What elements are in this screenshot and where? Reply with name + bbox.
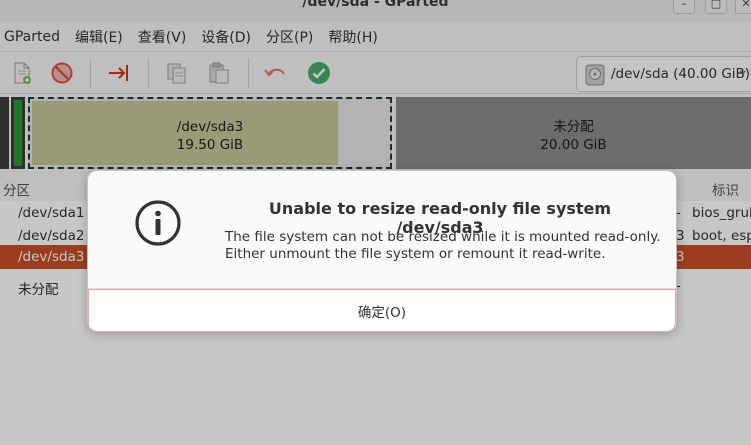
error-dialog: Unable to resize read-only file system /… (87, 170, 677, 332)
dialog-message: The file system can not be resized while… (225, 229, 661, 263)
info-icon (135, 200, 181, 246)
dialog-message-line: Either unmount the file system or remoun… (225, 246, 606, 262)
ok-button[interactable]: 确定(O) (88, 289, 676, 332)
dialog-message-line: The file system can not be resized while… (225, 229, 661, 245)
